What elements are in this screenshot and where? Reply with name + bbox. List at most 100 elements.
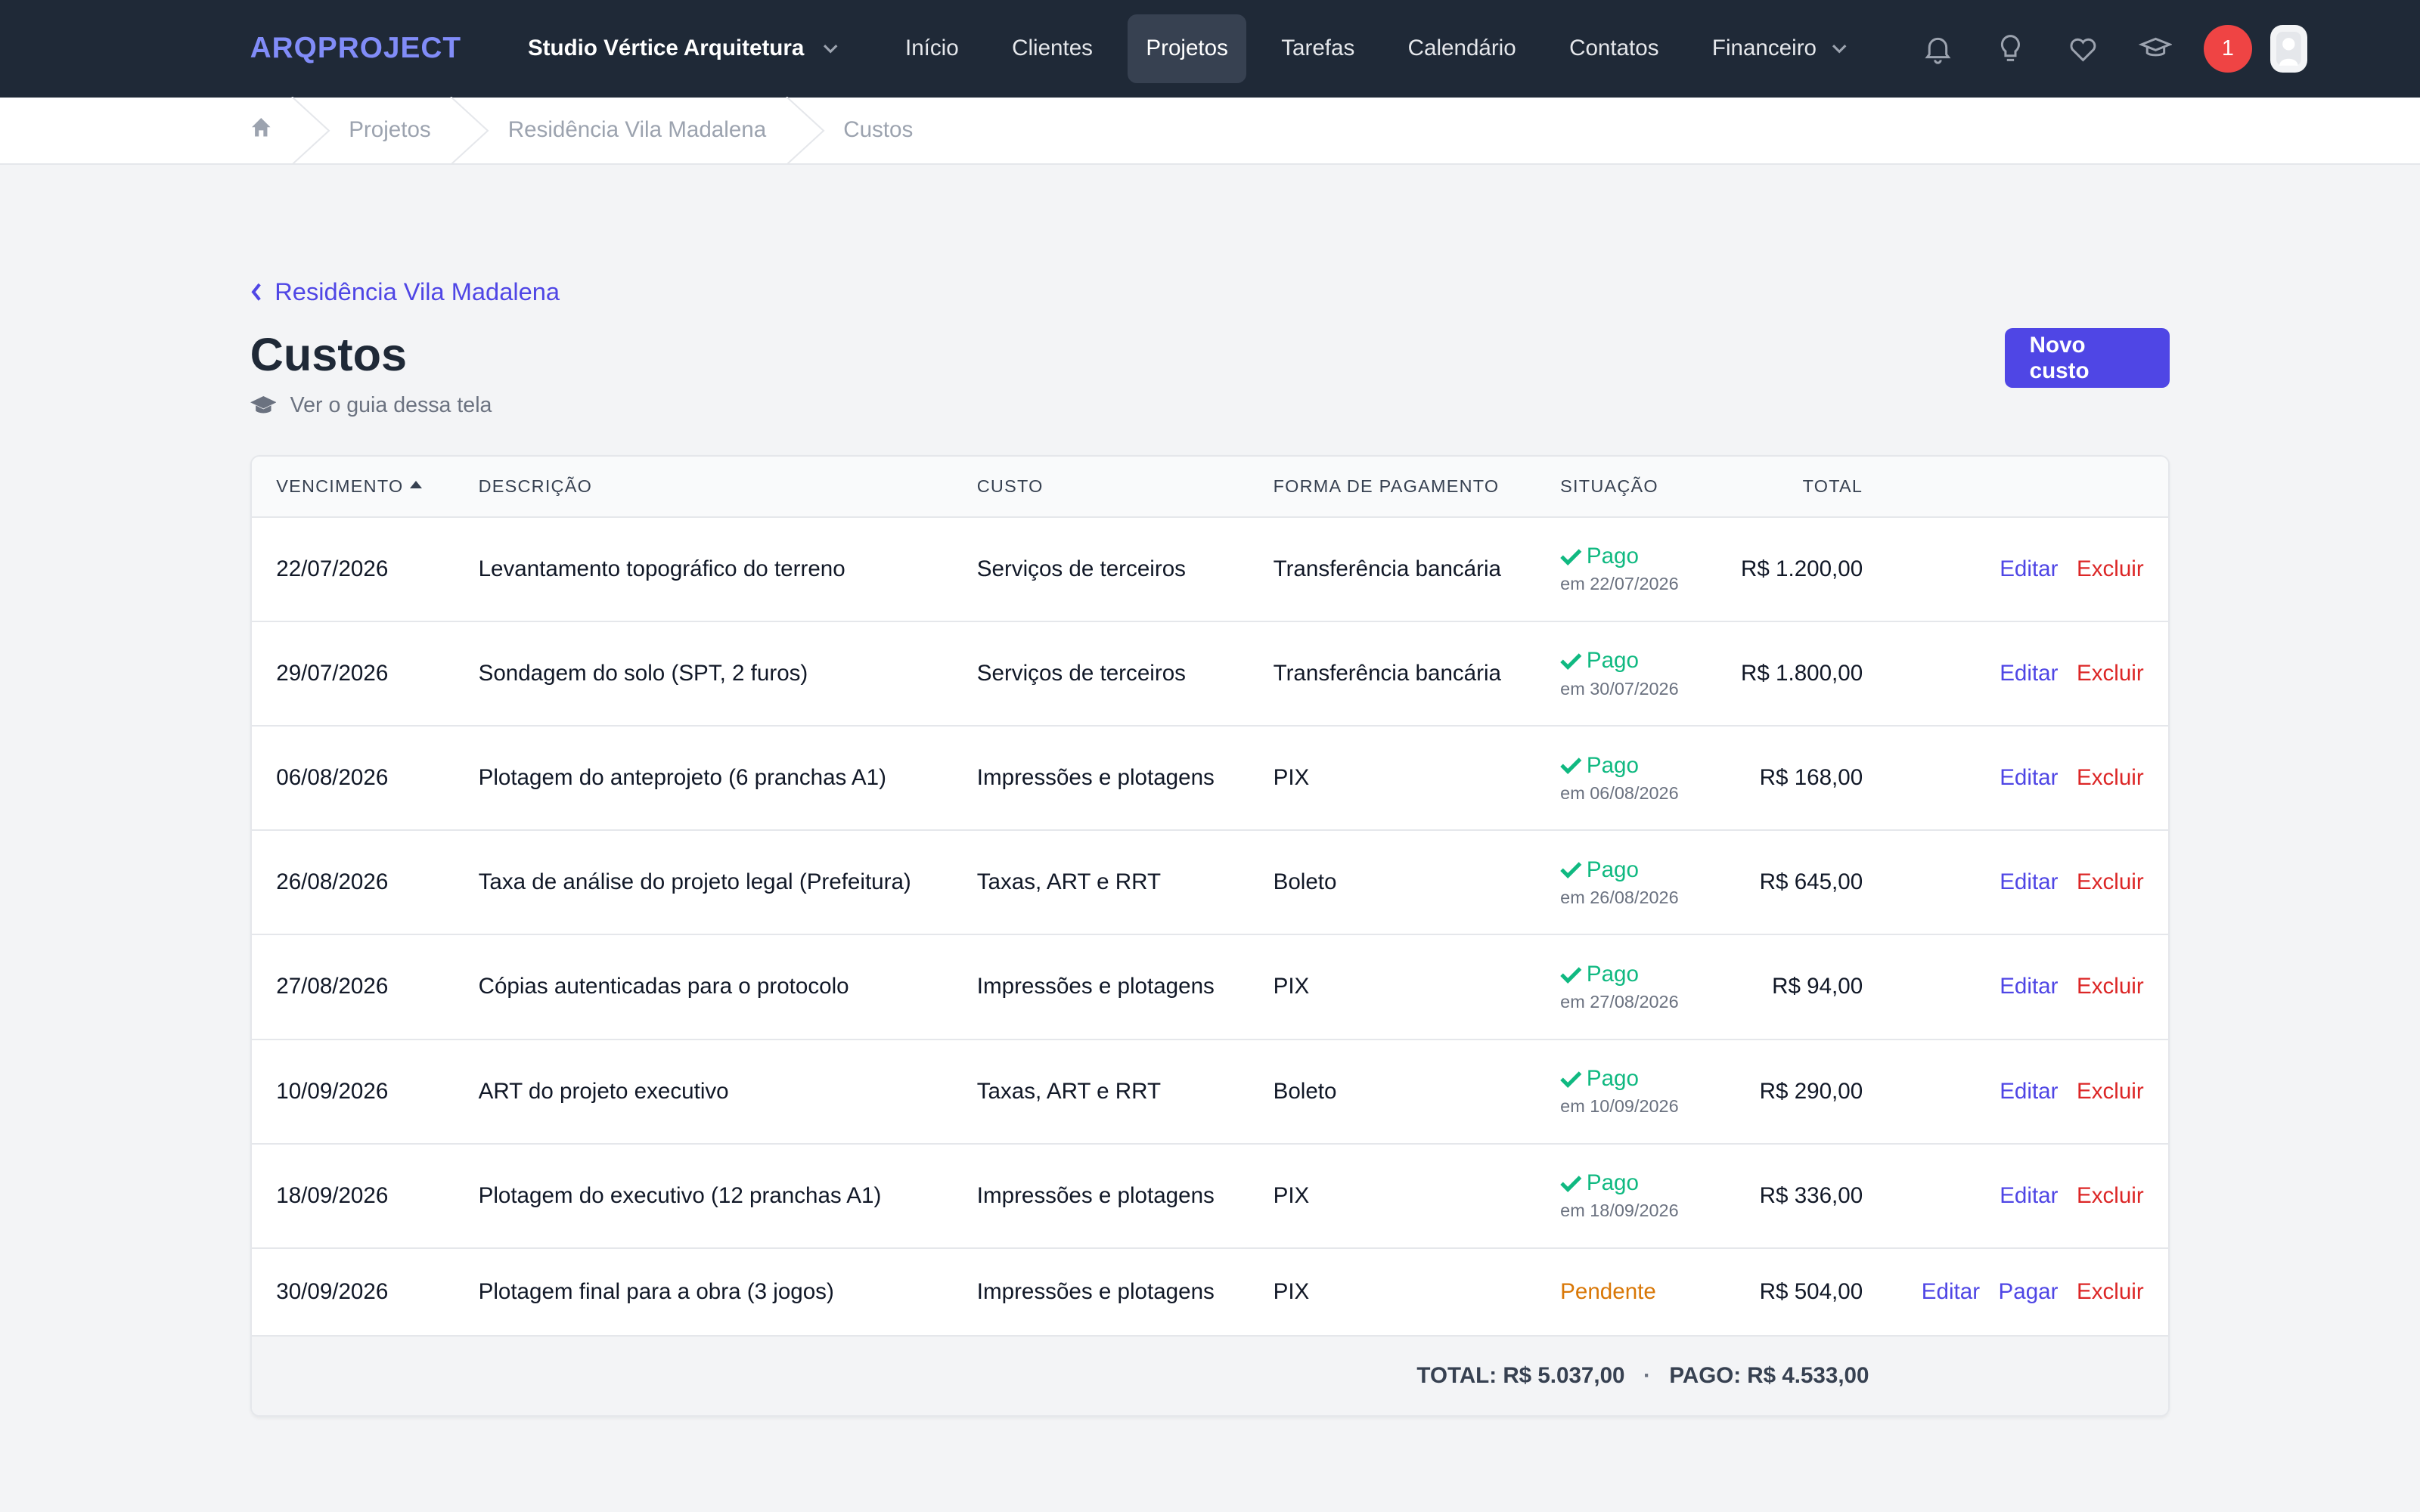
edit-link[interactable]: Editar (2000, 556, 2058, 581)
cell-vencimento: 06/08/2026 (251, 726, 454, 832)
pay-link[interactable]: Pagar (1999, 1279, 2059, 1304)
cell-total: R$ 290,00 (1689, 1039, 1863, 1145)
table-row: 30/09/2026 Plotagem final para a obra (3 … (251, 1247, 2169, 1337)
breadcrumb-home[interactable] (250, 96, 349, 165)
delete-link[interactable]: Excluir (2077, 974, 2144, 999)
cell-total: R$ 1.200,00 (1689, 516, 1863, 622)
edit-link[interactable]: Editar (2000, 869, 2058, 894)
cell-descricao: Levantamento topográfico do terreno (453, 516, 953, 622)
cell-total: R$ 168,00 (1689, 726, 1863, 832)
status-date: em 22/07/2026 (1560, 574, 1679, 594)
breadcrumb-item-projetos[interactable]: Projetos (349, 96, 508, 165)
cell-forma-pagamento: PIX (1248, 1143, 1536, 1249)
cell-actions: Editar Pagar Excluir (1863, 1247, 2169, 1337)
header-situacao: SITUAÇÃO (1535, 457, 1690, 518)
cell-custo: Serviços de terceiros (952, 621, 1249, 727)
delete-link[interactable]: Excluir (2077, 1079, 2144, 1104)
edit-link[interactable]: Editar (2000, 765, 2058, 790)
cell-situacao: Pago em 22/07/2026 (1535, 516, 1690, 622)
new-cost-button[interactable]: Novo custo (2005, 327, 2170, 389)
chevron-down-icon (823, 45, 838, 54)
edit-link[interactable]: Editar (2000, 1183, 2058, 1208)
cell-forma-pagamento: PIX (1248, 934, 1536, 1040)
cell-vencimento: 27/08/2026 (251, 934, 454, 1040)
nav-tarefas[interactable]: Tarefas (1263, 14, 1373, 83)
cell-situacao: Pago em 18/09/2026 (1535, 1143, 1690, 1249)
nav-financeiro[interactable]: Financeiro (1693, 14, 1866, 83)
delete-link[interactable]: Excluir (2077, 556, 2144, 581)
nav-inicio[interactable]: Início (887, 14, 978, 83)
header-vencimento[interactable]: VENCIMENTO (251, 457, 454, 518)
nav-clientes[interactable]: Clientes (994, 14, 1112, 83)
cell-custo: Taxas, ART e RRT (952, 1039, 1249, 1145)
cell-situacao: Pago em 10/09/2026 (1535, 1039, 1690, 1145)
main-content: Residência Vila Madalena Custos Ver o gu… (0, 277, 2420, 1418)
edit-link[interactable]: Editar (2000, 974, 2058, 999)
cell-situacao: Pendente (1535, 1247, 1690, 1337)
bell-icon[interactable] (1901, 12, 1974, 85)
nav-contatos[interactable]: Contatos (1551, 14, 1677, 83)
status-paid: Pago (1560, 1066, 1689, 1092)
status-paid: Pago (1560, 544, 1689, 569)
table-footer-totals: TOTAL: R$ 5.037,00 · PAGO: R$ 4.533,00 (251, 1337, 2169, 1416)
avatar[interactable] (2270, 24, 2307, 73)
notification-badge[interactable]: 1 (2204, 24, 2252, 73)
breadcrumb-item-project[interactable]: Residência Vila Madalena (508, 96, 843, 165)
cell-actions: Editar Excluir (1863, 621, 2169, 727)
chevron-down-icon (1832, 45, 1847, 54)
table-row: 22/07/2026 Levantamento topográfico do te… (251, 516, 2169, 622)
delete-link[interactable]: Excluir (2077, 869, 2144, 894)
brand-logo[interactable]: ARQPROJECT (250, 32, 482, 65)
status-paid: Pago (1560, 648, 1689, 674)
guide-link[interactable]: Ver o guia dessa tela (250, 393, 492, 418)
sort-ascending-icon (409, 480, 422, 488)
lightbulb-icon[interactable] (1974, 12, 2046, 85)
header-custo: CUSTO (952, 457, 1249, 518)
status-date: em 26/08/2026 (1560, 887, 1679, 907)
delete-link[interactable]: Excluir (2077, 765, 2144, 790)
graduation-cap-icon[interactable] (2119, 12, 2192, 85)
edit-link[interactable]: Editar (1922, 1279, 1980, 1304)
home-icon (251, 118, 271, 137)
cell-forma-pagamento: Boleto (1248, 1039, 1536, 1145)
cell-custo: Impressões e plotagens (952, 1247, 1249, 1337)
edit-link[interactable]: Editar (2000, 661, 2058, 686)
back-link[interactable]: Residência Vila Madalena (250, 277, 2170, 306)
cell-custo: Impressões e plotagens (952, 726, 1249, 832)
delete-link[interactable]: Excluir (2077, 1279, 2144, 1304)
breadcrumb-item-custos: Custos (843, 117, 914, 143)
nav-icons: 1 (1901, 0, 2307, 98)
cell-situacao: Pago em 27/08/2026 (1535, 934, 1690, 1040)
cell-descricao: Taxa de análise do projeto legal (Prefei… (453, 830, 953, 936)
nav-projetos[interactable]: Projetos (1127, 14, 1247, 83)
cell-vencimento: 30/09/2026 (251, 1247, 454, 1337)
status-date: em 06/08/2026 (1560, 782, 1679, 803)
cell-actions: Editar Excluir (1863, 1039, 2169, 1145)
edit-link[interactable]: Editar (2000, 1079, 2058, 1104)
cell-vencimento: 22/07/2026 (251, 516, 454, 622)
cell-forma-pagamento: Transferência bancária (1248, 621, 1536, 727)
delete-link[interactable]: Excluir (2077, 1183, 2144, 1208)
footer-separator: · (1643, 1363, 1651, 1389)
table-row: 18/09/2026 Plotagem do executivo (12 pran… (251, 1143, 2169, 1249)
delete-link[interactable]: Excluir (2077, 661, 2144, 686)
status-paid: Pago (1560, 1170, 1689, 1196)
cell-descricao: Cópias autenticadas para o protocolo (453, 934, 953, 1040)
main-nav: Início Clientes Projetos Tarefas Calendá… (888, 14, 1866, 83)
cell-actions: Editar Excluir (1863, 1143, 2169, 1249)
heart-icon[interactable] (2046, 12, 2119, 85)
cell-forma-pagamento: PIX (1248, 726, 1536, 832)
total-amount: TOTAL: R$ 5.037,00 (1416, 1363, 1625, 1389)
table-row: 26/08/2026 Taxa de análise do projeto leg… (251, 830, 2169, 936)
header-forma-pagamento: FORMA DE PAGAMENTO (1248, 457, 1536, 518)
cell-custo: Taxas, ART e RRT (952, 830, 1249, 936)
cell-forma-pagamento: Transferência bancária (1248, 516, 1536, 622)
cell-forma-pagamento: PIX (1248, 1247, 1536, 1337)
organization-switcher[interactable]: Studio Vértice Arquitetura (528, 36, 838, 61)
cell-situacao: Pago em 26/08/2026 (1535, 830, 1690, 936)
nav-calendario[interactable]: Calendário (1389, 14, 1534, 83)
graduation-cap-icon (250, 396, 277, 414)
costs-table: VENCIMENTO DESCRIÇÃO CUSTO FORMA DE PAGA… (251, 457, 2169, 1337)
status-paid: Pago (1560, 962, 1689, 987)
cell-descricao: Plotagem do anteprojeto (6 pranchas A1) (453, 726, 953, 832)
